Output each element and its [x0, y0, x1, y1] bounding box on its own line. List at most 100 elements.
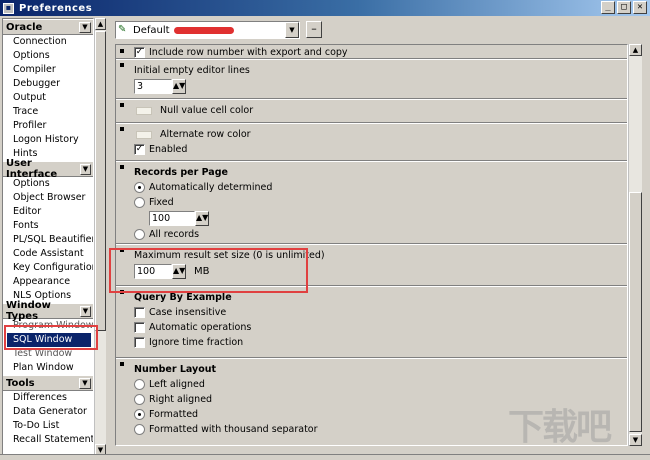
nav-item-compiler[interactable]: Compiler [3, 63, 93, 77]
num-right-radio[interactable] [134, 394, 145, 405]
nav-item-plan-window[interactable]: Plan Window [3, 361, 93, 375]
records-title: Records per Page [134, 167, 228, 178]
nav-item-appearance[interactable]: Appearance [3, 275, 93, 289]
initial-lines-label: Initial empty editor lines [134, 65, 250, 76]
qbe-time-label: Ignore time fraction [149, 337, 244, 348]
num-left-label: Left aligned [149, 379, 205, 390]
records-fixed-input[interactable]: 100 [149, 211, 195, 226]
section-bullet [120, 49, 124, 53]
alt-row-color-swatch[interactable] [136, 130, 152, 139]
chevron-down-icon[interactable]: ▼ [79, 21, 91, 33]
nav-item-fonts[interactable]: Fonts [3, 219, 93, 233]
nav-item-key-configuration[interactable]: Key Configuration [3, 261, 93, 275]
chevron-down-icon[interactable]: ▼ [79, 377, 91, 389]
alt-row-enabled-label: Enabled [149, 144, 188, 155]
group-header-user-interface[interactable]: User Interface ▼ [3, 158, 93, 180]
bottom-strip [0, 454, 650, 460]
nav-item-debugger[interactable]: Debugger [3, 77, 93, 91]
nav-item-trace[interactable]: Trace [3, 105, 93, 119]
scroll-up-arrow-icon[interactable]: ▲ [95, 18, 106, 30]
num-formatted-radio[interactable] [134, 409, 145, 420]
title-bar: ▪ Preferences _ □ ✕ [0, 0, 650, 16]
records-fixed-label: Fixed [149, 197, 174, 208]
max-result-highlight-box [109, 248, 308, 293]
section-bullet [120, 103, 124, 107]
section-null-color: Null value cell color [116, 99, 627, 123]
profile-select[interactable]: ✎ Default ▼ [115, 21, 300, 39]
alt-row-label: Alternate row color [160, 129, 251, 140]
spin-icon[interactable]: ▲▼ [195, 211, 209, 226]
sql-window-settings: ✓ Include row number with export and cop… [115, 44, 628, 446]
include-rownum-label: Include row number with export and copy [149, 46, 348, 58]
null-color-swatch[interactable] [136, 106, 152, 115]
window-title: Preferences [19, 2, 93, 14]
section-records-per-page: Records per Page Automatically determine… [116, 161, 627, 244]
nav-item-connection[interactable]: Connection [3, 35, 93, 49]
app-icon: ▪ [3, 2, 14, 14]
close-button[interactable]: ✕ [633, 1, 647, 14]
num-right-label: Right aligned [149, 394, 213, 405]
include-rownum-checkbox[interactable]: ✓ [134, 46, 145, 58]
initial-lines-input[interactable]: 3 [134, 79, 172, 94]
maximize-button[interactable]: □ [617, 1, 631, 14]
nav-item-object-browser[interactable]: Object Browser [3, 191, 93, 205]
preferences-nav: Oracle ▼ Connection Options Compiler Deb… [2, 18, 106, 456]
nav-item-recall-statement[interactable]: Recall Statement [3, 433, 93, 447]
null-color-label: Null value cell color [160, 105, 254, 116]
num-left-radio[interactable] [134, 379, 145, 390]
nav-item-code-assistant[interactable]: Code Assistant [3, 247, 93, 261]
nav-item-options[interactable]: Options [3, 49, 93, 63]
records-auto-radio[interactable] [134, 182, 145, 193]
nav-item-differences[interactable]: Differences [3, 391, 93, 405]
records-fixed-radio[interactable] [134, 197, 145, 208]
nav-scrollbar[interactable]: ▲ ▼ [94, 18, 106, 456]
section-query-by-example: Query By Example Case insensitive Automa… [116, 286, 627, 358]
qbe-case-label: Case insensitive [149, 307, 227, 318]
qbe-ops-label: Automatic operations [149, 322, 252, 333]
num-formatted-label: Formatted [149, 409, 199, 420]
section-bullet [120, 63, 124, 67]
records-all-radio[interactable] [134, 229, 145, 240]
spin-icon[interactable]: ▲▼ [172, 79, 186, 94]
scroll-thumb[interactable] [95, 31, 106, 331]
nav-item-editor[interactable]: Editor [3, 205, 93, 219]
nav-item-output[interactable]: Output [3, 91, 93, 105]
scroll-down-arrow-icon[interactable]: ▼ [629, 434, 642, 446]
section-editor-lines: Initial empty editor lines 3 ▲▼ [116, 59, 627, 99]
nav-tree: Oracle ▼ Connection Options Compiler Deb… [2, 18, 94, 456]
chevron-down-icon[interactable]: ▼ [285, 22, 299, 38]
num-title: Number Layout [134, 364, 217, 375]
minimize-button[interactable]: _ [601, 1, 615, 14]
num-thousand-radio[interactable] [134, 424, 145, 435]
alt-row-enabled-checkbox[interactable]: ✓ [134, 144, 145, 155]
watermark: 下载吧 [508, 407, 612, 448]
section-alt-row: Alternate row color ✓ Enabled [116, 123, 627, 161]
section-bullet [120, 165, 124, 169]
profile-icon: ✎ [118, 24, 127, 35]
chevron-down-icon[interactable]: ▼ [79, 305, 91, 317]
num-thousand-label: Formatted with thousand separator [149, 424, 318, 435]
remove-profile-button[interactable]: – [306, 21, 322, 38]
scroll-up-arrow-icon[interactable]: ▲ [629, 44, 642, 56]
scroll-thumb[interactable] [629, 192, 642, 432]
chevron-down-icon[interactable]: ▼ [79, 163, 91, 175]
settings-scrollbar[interactable]: ▲ ▼ [628, 44, 642, 446]
section-export: ✓ Include row number with export and cop… [116, 45, 627, 59]
records-all-label: All records [149, 229, 200, 240]
nav-highlight-box [4, 325, 98, 350]
section-bullet [120, 127, 124, 131]
nav-item-profiler[interactable]: Profiler [3, 119, 93, 133]
qbe-time-checkbox[interactable] [134, 337, 145, 348]
nav-item-logon-history[interactable]: Logon History [3, 133, 93, 147]
nav-item-data-generator[interactable]: Data Generator [3, 405, 93, 419]
section-bullet [120, 362, 124, 366]
nav-item-todo-list[interactable]: To-Do List [3, 419, 93, 433]
group-header-oracle[interactable]: Oracle ▼ [3, 19, 93, 35]
qbe-case-checkbox[interactable] [134, 307, 145, 318]
nav-item-plsql-beautifier[interactable]: PL/SQL Beautifier [3, 233, 93, 247]
profile-toolbar: ✎ Default ▼ – [110, 18, 648, 42]
group-header-tools[interactable]: Tools ▼ [3, 375, 93, 391]
group-header-window-types[interactable]: Window Types ▼ [3, 300, 93, 322]
redaction-mark [173, 26, 234, 34]
qbe-ops-checkbox[interactable] [134, 322, 145, 333]
